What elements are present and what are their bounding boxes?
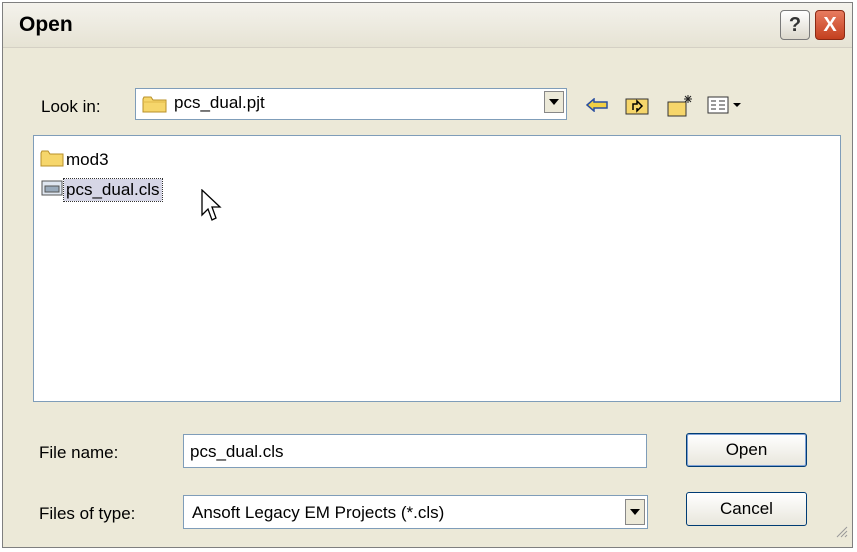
look-in-combo[interactable]: pcs_dual.pjt bbox=[135, 88, 567, 120]
file-icon bbox=[40, 179, 64, 202]
back-arrow-icon bbox=[586, 98, 608, 112]
file-list[interactable]: mod3 pcs_dual.cls bbox=[33, 135, 841, 402]
window-title: Open bbox=[19, 13, 73, 36]
help-button[interactable]: ? bbox=[780, 10, 810, 40]
look-in-value: pcs_dual.pjt bbox=[174, 93, 265, 112]
file-type-label: Files of type: bbox=[39, 504, 136, 523]
list-item-label: mod3 bbox=[66, 150, 109, 169]
list-item[interactable]: pcs_dual.cls bbox=[40, 178, 163, 202]
back-button[interactable] bbox=[583, 91, 611, 119]
folder-icon bbox=[40, 149, 64, 172]
open-dialog: Open ? X Look in: pcs_dual.pjt mod3 pcs_… bbox=[2, 2, 853, 548]
chevron-down-icon bbox=[549, 99, 559, 105]
view-menu-icon bbox=[707, 96, 741, 114]
cancel-button[interactable]: Cancel bbox=[686, 492, 807, 526]
title-bar[interactable]: Open ? X bbox=[3, 3, 852, 48]
look-in-dropdown-button[interactable] bbox=[544, 91, 564, 113]
list-item-label: pcs_dual.cls bbox=[63, 178, 163, 202]
folder-icon bbox=[142, 94, 168, 119]
file-type-dropdown-button[interactable] bbox=[625, 499, 645, 525]
file-name-input[interactable]: pcs_dual.cls bbox=[183, 434, 647, 468]
file-name-label: File name: bbox=[39, 443, 119, 462]
file-name-value: pcs_dual.cls bbox=[190, 442, 284, 461]
resize-grip-icon[interactable] bbox=[834, 524, 848, 543]
mouse-cursor-icon bbox=[201, 188, 223, 228]
chevron-down-icon bbox=[630, 509, 640, 515]
close-button[interactable]: X bbox=[815, 10, 845, 40]
up-folder-icon bbox=[625, 98, 649, 115]
open-button[interactable]: Open bbox=[686, 433, 807, 467]
list-item[interactable]: mod3 bbox=[40, 148, 111, 172]
new-folder-button[interactable] bbox=[667, 91, 695, 119]
file-type-select[interactable]: Ansoft Legacy EM Projects (*.cls) bbox=[183, 495, 648, 529]
new-folder-icon bbox=[667, 95, 692, 117]
view-menu-button[interactable] bbox=[705, 91, 745, 119]
file-type-value: Ansoft Legacy EM Projects (*.cls) bbox=[192, 503, 445, 522]
up-folder-button[interactable] bbox=[623, 91, 651, 119]
look-in-label: Look in: bbox=[41, 97, 101, 116]
